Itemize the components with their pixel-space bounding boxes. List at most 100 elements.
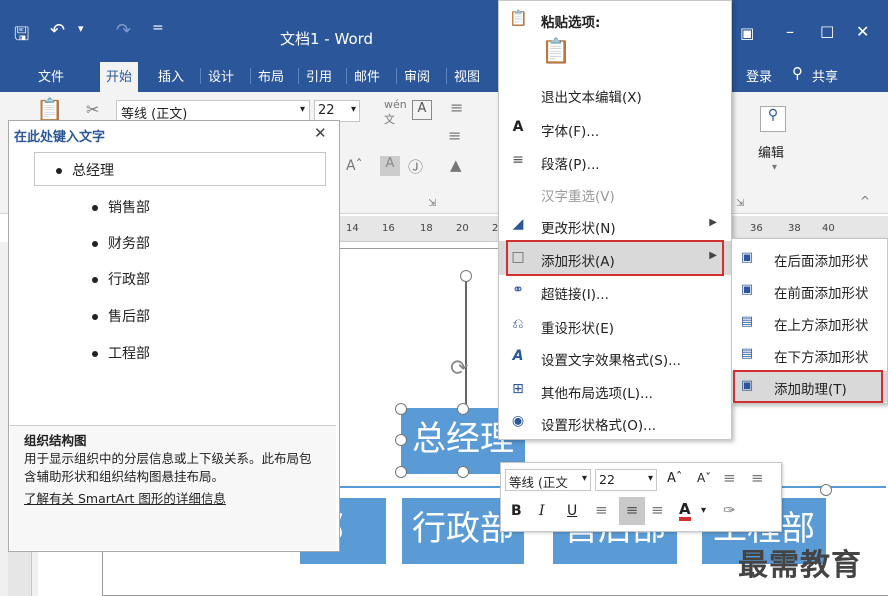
menu-item-font[interactable]: A 字体(F)... bbox=[499, 111, 731, 145]
menu-item-paragraph[interactable]: ≡ 段落(P)... bbox=[499, 144, 731, 178]
font-icon: A bbox=[512, 119, 524, 135]
underline-button[interactable]: U bbox=[567, 503, 577, 519]
submenu-item-add-below[interactable]: ▤ 在下方添加形状 bbox=[732, 339, 887, 370]
submenu-item-add-before[interactable]: ▣ 在前面添加形状 bbox=[732, 275, 887, 306]
menu-item-layout-options[interactable]: ⊞ 其他布局选项(L)... bbox=[499, 373, 731, 407]
bullet-icon bbox=[92, 277, 98, 283]
text-pane-item[interactable]: 销售部 bbox=[92, 197, 150, 217]
italic-button[interactable]: I bbox=[539, 503, 545, 519]
bullets-icon[interactable]: ≡ bbox=[450, 98, 463, 117]
tab-insert[interactable]: 插入 bbox=[158, 66, 184, 85]
enclose-char-icon[interactable]: Ⓙ bbox=[408, 156, 423, 177]
bold-button[interactable]: B bbox=[511, 503, 522, 519]
tab-home[interactable]: 开始 bbox=[100, 62, 139, 92]
resize-handle[interactable] bbox=[820, 484, 832, 496]
minimize-icon[interactable]: – bbox=[786, 22, 794, 41]
grow-font-icon[interactable]: Aˆ bbox=[667, 471, 682, 486]
align-left-icon[interactable]: ≡ bbox=[448, 126, 461, 145]
submenu-item-add-after[interactable]: ▣ 在后面添加形状 bbox=[732, 243, 887, 274]
align-left-icon[interactable]: ≡ bbox=[595, 501, 608, 519]
menu-item-change-shape[interactable]: ◢ 更改形状(N) ▶ bbox=[499, 208, 731, 242]
chevron-down-icon[interactable]: ▾ bbox=[701, 505, 706, 516]
align-center-icon[interactable]: ≡ bbox=[619, 497, 645, 525]
close-icon[interactable]: ✕ bbox=[314, 124, 327, 142]
layout-options-icon: ⊞ bbox=[512, 381, 524, 397]
connector-line bbox=[465, 276, 467, 404]
font-name-combo[interactable]: 等线 (正文) ▾ bbox=[116, 100, 310, 122]
menu-item-reset-shape[interactable]: ⎌ 重设形状(E) bbox=[499, 308, 731, 342]
vertical-ruler[interactable] bbox=[8, 552, 32, 596]
ruler-tick: 38 bbox=[788, 223, 801, 234]
tab-file[interactable]: 文件 bbox=[38, 66, 64, 85]
tab-references[interactable]: 引用 bbox=[306, 66, 332, 85]
resize-handle[interactable] bbox=[460, 270, 472, 282]
shading-icon[interactable]: ▲ bbox=[450, 156, 462, 174]
maximize-icon[interactable]: □ bbox=[820, 22, 834, 40]
text-pane-item[interactable]: 行政部 bbox=[92, 269, 150, 289]
share-button[interactable]: 共享 bbox=[812, 66, 838, 85]
increase-indent-icon[interactable]: ≡ bbox=[751, 469, 764, 487]
search-icon[interactable]: ⚲ bbox=[760, 106, 786, 132]
resize-handle[interactable] bbox=[457, 466, 469, 478]
font-color-button[interactable]: A bbox=[679, 501, 691, 521]
menu-item-hyperlink[interactable]: ⚭ 超链接(I)... bbox=[499, 274, 731, 308]
text-pane-item[interactable]: 财务部 bbox=[92, 233, 150, 253]
menu-item-exit-edit[interactable]: 退出文本编辑(X) bbox=[499, 77, 731, 111]
chevron-down-icon[interactable]: ▾ bbox=[582, 473, 587, 484]
save-icon[interactable]: 🖫 bbox=[14, 22, 29, 52]
shrink-font-icon[interactable]: Aˇ bbox=[697, 471, 711, 485]
tab-review[interactable]: 审阅 bbox=[404, 66, 430, 85]
resize-handle[interactable] bbox=[395, 403, 407, 415]
ribbon-display-icon[interactable]: ▣ bbox=[740, 24, 754, 42]
undo-icon[interactable]: ↶ bbox=[50, 20, 65, 41]
chevron-down-icon[interactable]: ▾ bbox=[772, 162, 777, 173]
undo-dropdown-icon[interactable]: ▾ bbox=[78, 22, 84, 35]
resize-handle[interactable] bbox=[395, 434, 407, 446]
char-shading-icon[interactable]: A bbox=[380, 156, 400, 176]
text-pane-item[interactable]: 售后部 bbox=[92, 306, 150, 326]
learn-more-link[interactable]: 了解有关 SmartArt 图形的详细信息 bbox=[24, 490, 322, 508]
add-below-icon: ▤ bbox=[740, 346, 754, 361]
grow-font-icon[interactable]: Aˆ bbox=[346, 158, 363, 174]
paste-options-header: 粘贴选项: bbox=[541, 15, 601, 31]
text-pane-item[interactable]: 工程部 bbox=[92, 343, 150, 363]
close-icon[interactable]: ✕ bbox=[856, 22, 869, 41]
tab-layout[interactable]: 布局 bbox=[258, 66, 284, 85]
bullet-icon bbox=[56, 168, 62, 174]
decrease-indent-icon[interactable]: ≡ bbox=[723, 469, 736, 487]
format-painter-icon[interactable]: ✑ bbox=[723, 501, 736, 519]
align-right-icon[interactable]: ≡ bbox=[651, 501, 664, 519]
chevron-down-icon[interactable]: ▾ bbox=[351, 104, 356, 115]
styles-dialog-launcher-icon[interactable]: ⇲ bbox=[736, 198, 744, 209]
customize-icon[interactable]: = bbox=[152, 20, 164, 36]
share-icon[interactable]: ⚲ bbox=[792, 64, 803, 82]
chevron-down-icon[interactable]: ▾ bbox=[300, 104, 305, 115]
collapse-ribbon-icon[interactable]: ^ bbox=[860, 194, 870, 208]
char-border-icon[interactable]: A bbox=[412, 100, 432, 120]
font-dialog-launcher-icon[interactable]: ⇲ bbox=[428, 198, 436, 209]
paste-keep-text-icon[interactable]: 📋 bbox=[541, 37, 571, 71]
menu-item-reconvert: 汉字重选(V) bbox=[541, 189, 615, 205]
tab-mailings[interactable]: 邮件 bbox=[354, 66, 380, 85]
submenu-item-add-above[interactable]: ▤ 在上方添加形状 bbox=[732, 307, 887, 338]
tab-view[interactable]: 视图 bbox=[454, 66, 480, 85]
cut-icon[interactable]: ✂ bbox=[86, 100, 99, 119]
signin-link[interactable]: 登录 bbox=[746, 66, 772, 85]
menu-item-text-effects[interactable]: A 设置文字效果格式(S)... bbox=[499, 340, 731, 374]
mini-font-name-combo[interactable]: 等线 (正文 ▾ bbox=[505, 469, 591, 491]
rotate-handle-icon[interactable]: ⟳ bbox=[450, 356, 468, 381]
chevron-down-icon[interactable]: ▾ bbox=[648, 473, 653, 484]
font-size-combo[interactable]: 22 ▾ bbox=[314, 100, 360, 122]
text-pane-item-label: 总经理 bbox=[72, 163, 114, 179]
add-above-icon: ▤ bbox=[740, 314, 754, 329]
phonetic-guide-icon[interactable]: wén 文 bbox=[384, 98, 407, 127]
redo-icon: ↷ bbox=[116, 20, 132, 41]
resize-handle[interactable] bbox=[395, 466, 407, 478]
resize-handle[interactable] bbox=[457, 403, 469, 415]
mini-font-size-combo[interactable]: 22 ▾ bbox=[595, 469, 657, 491]
tab-design[interactable]: 设计 bbox=[208, 66, 234, 85]
text-pane-item-label: 工程部 bbox=[108, 346, 150, 362]
text-pane-item[interactable]: 总经理 bbox=[56, 160, 114, 180]
menu-item-format-shape[interactable]: ◉ 设置形状格式(O)... bbox=[499, 405, 731, 439]
edit-group-label[interactable]: 编辑 bbox=[758, 142, 784, 161]
